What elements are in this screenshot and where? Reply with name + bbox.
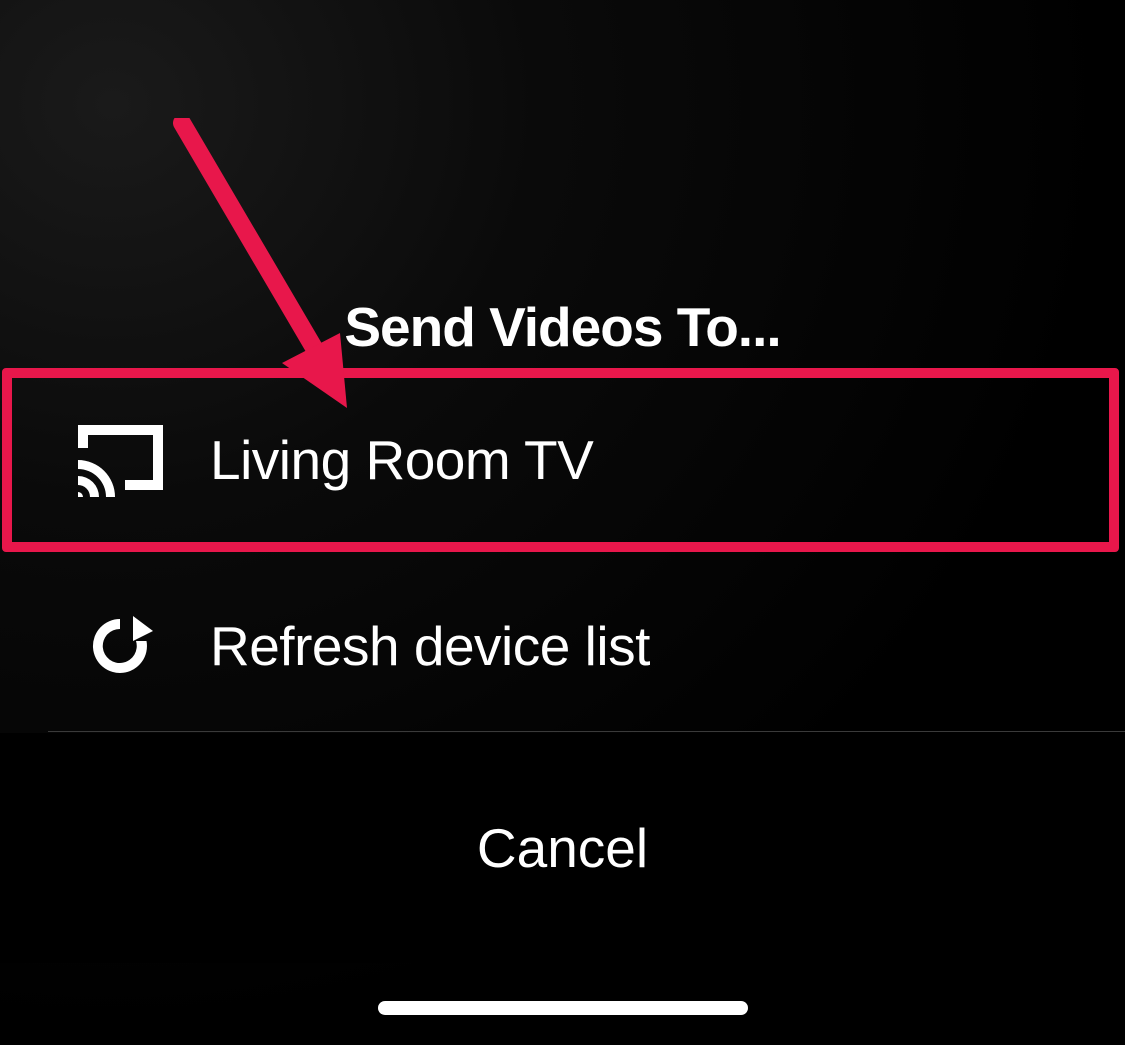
dialog-title: Send Videos To... xyxy=(0,295,1125,359)
cast-icon xyxy=(70,420,170,500)
refresh-device-list-row[interactable]: Refresh device list xyxy=(0,556,1125,736)
refresh-label: Refresh device list xyxy=(210,614,650,678)
divider xyxy=(48,731,1125,732)
refresh-icon xyxy=(70,611,170,681)
home-indicator[interactable] xyxy=(378,1001,748,1015)
cancel-button[interactable]: Cancel xyxy=(0,733,1125,963)
device-label: Living Room TV xyxy=(210,428,593,492)
device-row-living-room-tv[interactable]: Living Room TV xyxy=(0,370,1125,550)
cancel-label: Cancel xyxy=(477,816,648,880)
